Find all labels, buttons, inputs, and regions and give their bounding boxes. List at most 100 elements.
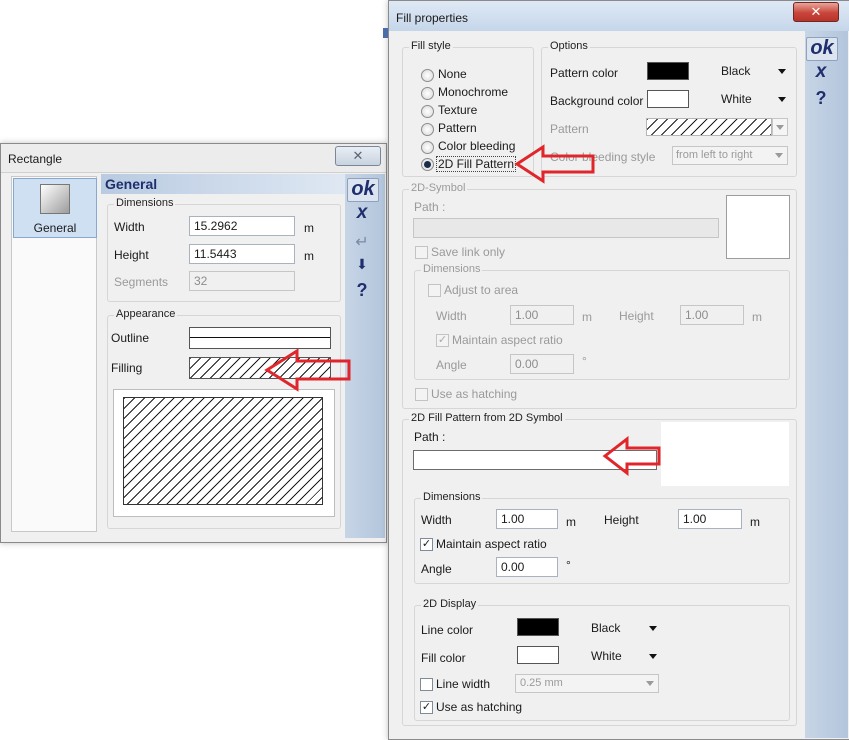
fill-cancel-button[interactable]: x [806, 61, 836, 83]
options-label: Options [548, 40, 590, 52]
background-color-label: Background color [550, 94, 644, 108]
fill-style-2d-fill-pattern-radio[interactable] [421, 158, 434, 171]
symbol2d-use-as-hatching-checkbox [415, 388, 428, 401]
general-page-icon [40, 184, 70, 214]
symbol2d-dimensions-label: Dimensions [421, 263, 483, 275]
rectangle-dialog: Rectangle ✕ General General Dimensions W… [0, 143, 387, 543]
color-bleeding-style-select: from left to right [672, 146, 788, 165]
filling-large-preview [123, 397, 323, 505]
rectangle-return-icon[interactable]: ↵ [352, 232, 372, 251]
rect-height-unit: m [304, 249, 314, 263]
fill-height-unit: m [750, 515, 760, 529]
appearance-label: Appearance [114, 308, 178, 320]
fill-angle-unit: ° [566, 558, 571, 572]
symbol2d-use-as-hatching-label: Use as hatching [431, 387, 518, 401]
pattern-dropdown [646, 118, 772, 136]
color-bleeding-style-chevron-down-icon [775, 153, 783, 158]
symbol2d-angle-label: Angle [436, 358, 467, 372]
fill-color-value[interactable]: White [591, 649, 622, 663]
fill-style-monochrome-radio[interactable] [421, 87, 434, 100]
pattern-color-label: Pattern color [550, 66, 619, 80]
fill-style-color-bleeding-label[interactable]: Color bleeding [438, 139, 515, 153]
fill-color-swatch[interactable] [517, 646, 559, 664]
rectangle-ok-button[interactable]: ok [347, 178, 379, 202]
fill-width-label: Width [421, 513, 452, 527]
symbol2d-width-label: Width [436, 309, 467, 323]
rect-width-input[interactable]: 15.2962 [189, 216, 295, 236]
general-header-title: General [105, 176, 158, 192]
fill-angle-label: Angle [421, 562, 452, 576]
rect-segments-input: 32 [189, 271, 295, 291]
annotation-arrow-path [602, 436, 661, 476]
fill-close-button[interactable]: ✕ [793, 2, 839, 22]
fill-action-bar [805, 31, 848, 738]
line-color-swatch[interactable] [517, 618, 559, 636]
pattern-color-chevron-down-icon[interactable] [778, 69, 786, 74]
fill-style-monochrome-label[interactable]: Monochrome [438, 85, 508, 99]
fill-style-texture-radio[interactable] [421, 105, 434, 118]
fill-angle-input[interactable]: 0.00 [496, 557, 558, 577]
fill-color-chevron-down-icon[interactable] [649, 654, 657, 659]
rectangle-close-button[interactable]: ✕ [335, 146, 381, 166]
annotation-arrow-filling [264, 348, 351, 392]
use-as-hatching-label[interactable]: Use as hatching [436, 700, 522, 714]
fill-style-pattern-radio[interactable] [421, 123, 434, 136]
line-width-label[interactable]: Line width [436, 677, 490, 691]
nav-item-general-label: General [33, 221, 77, 235]
pattern-label: Pattern [550, 122, 589, 136]
fill-style-color-bleeding-radio[interactable] [421, 141, 434, 154]
fill-style-2d-fill-pattern-label[interactable]: 2D Fill Pattern [436, 156, 517, 172]
fill-help-button[interactable]: ? [806, 88, 836, 109]
use-as-hatching-checkbox[interactable]: ✓ [420, 701, 433, 714]
fill-height-input[interactable]: 1.00 [678, 509, 742, 529]
rect-width-label: Width [114, 220, 145, 234]
fill-properties-dialog: Fill properties ✕ Fill style None Monoch… [388, 0, 849, 740]
fill-style-pattern-label[interactable]: Pattern [438, 121, 477, 135]
line-width-checkbox[interactable] [420, 678, 433, 691]
symbol2d-width-unit: m [582, 310, 592, 324]
line-width-value: 0.25 mm [520, 677, 563, 689]
fill-maintain-aspect-label[interactable]: Maintain aspect ratio [436, 537, 547, 551]
fill-content: Fill style None Monochrome Texture Patte… [402, 34, 806, 729]
fill-width-input[interactable]: 1.00 [496, 509, 558, 529]
adjust-to-area-checkbox [428, 284, 441, 297]
symbol2d-angle-input: 0.00 [510, 354, 574, 374]
outline-preview[interactable] [189, 327, 331, 349]
symbol2d-width-input: 1.00 [510, 305, 574, 325]
background-color-chevron-down-icon[interactable] [778, 97, 786, 102]
pattern-dropdown-button [772, 118, 788, 136]
fill-style-none-radio[interactable] [421, 69, 434, 82]
rectangle-stamp-icon[interactable]: ⬇ [352, 256, 372, 272]
fill-pattern-path-label: Path : [414, 430, 446, 444]
symbol2d-angle-unit: ° [582, 354, 587, 368]
fill-dimensions-label: Dimensions [421, 491, 483, 503]
fill-style-texture-label[interactable]: Texture [438, 103, 477, 117]
rectangle-title: Rectangle [8, 152, 63, 166]
rectangle-nav-pane: General [11, 176, 97, 532]
fill-titlebar: Fill properties ✕ [389, 1, 849, 31]
pattern-color-value[interactable]: Black [721, 64, 750, 78]
outline-label: Outline [111, 331, 150, 345]
pattern-color-swatch[interactable] [647, 62, 689, 80]
adjust-to-area-label: Adjust to area [444, 283, 519, 297]
fill-pattern-preview [661, 422, 789, 486]
background-color-swatch[interactable] [647, 90, 689, 108]
line-color-chevron-down-icon[interactable] [649, 626, 657, 631]
symbol2d-height-unit: m [752, 310, 762, 324]
fill-ok-button[interactable]: ok [806, 37, 838, 61]
fill-color-label: Fill color [421, 651, 466, 665]
fill-width-unit: m [566, 515, 576, 529]
symbol2d-path-label: Path : [414, 200, 446, 214]
pattern-chevron-down-icon [776, 125, 784, 130]
fill-style-none-label[interactable]: None [438, 67, 467, 81]
symbol2d-preview [726, 195, 790, 259]
rect-height-input[interactable]: 11.5443 [189, 244, 295, 264]
fill-maintain-aspect-checkbox[interactable]: ✓ [420, 538, 433, 551]
save-link-only-checkbox [415, 246, 428, 259]
background-color-value[interactable]: White [721, 92, 752, 106]
symbol2d-maintain-aspect-label: Maintain aspect ratio [452, 333, 563, 347]
line-color-value[interactable]: Black [591, 621, 620, 635]
nav-item-general[interactable]: General [13, 178, 97, 238]
rectangle-help-button[interactable]: ? [347, 280, 377, 301]
rectangle-cancel-button[interactable]: x [347, 202, 377, 224]
